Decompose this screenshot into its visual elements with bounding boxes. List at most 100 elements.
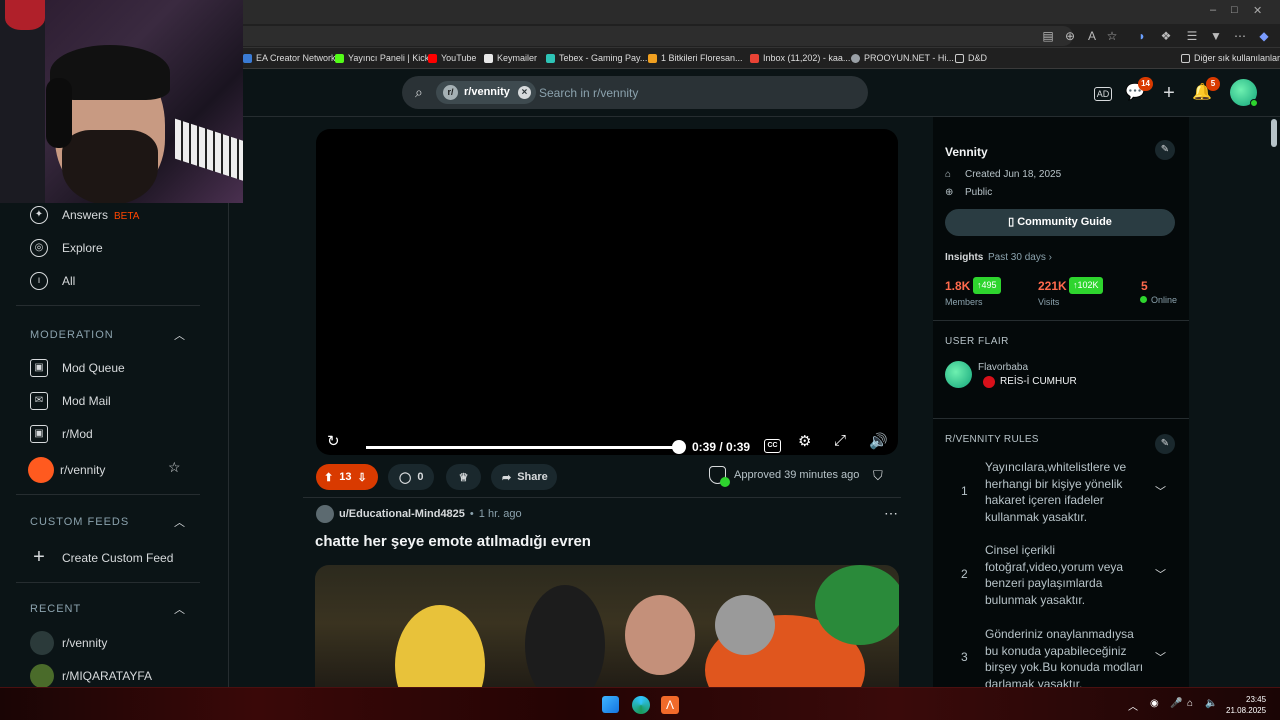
insights-range[interactable]: Past 30 days ›	[988, 252, 1052, 263]
custom-feeds-title[interactable]: CUSTOM FEEDS	[30, 516, 129, 528]
bookmark-dnd[interactable]: D&D	[955, 53, 987, 63]
ad-icon[interactable]: AD	[1091, 81, 1115, 105]
minimize-button[interactable]: –	[1210, 4, 1216, 16]
post-age: 1 hr. ago	[478, 508, 522, 520]
nav-answers[interactable]: ✦ Answers BETA	[30, 206, 139, 224]
captions-icon[interactable]: CC	[764, 439, 781, 453]
nav-divider	[16, 305, 200, 306]
nav-all[interactable]: ı All	[30, 272, 75, 290]
network-icon[interactable]: ⌂	[1187, 698, 1193, 709]
tray-chevron-up-icon[interactable]: ︿	[1128, 698, 1138, 713]
reddit-r-icon: r/	[443, 85, 458, 100]
nav-r-mod[interactable]: ▣ r/Mod	[30, 425, 93, 443]
menu-icon[interactable]: ⋯	[1232, 28, 1248, 44]
rule-text[interactable]: Gönderiniz onaylanmadıysa bu konuda yapa…	[985, 626, 1150, 687]
notifications-button[interactable]: 🔔 5	[1190, 77, 1220, 105]
nav-explore[interactable]: ◎ Explore	[30, 239, 103, 257]
favorite-star-icon[interactable]: ☆	[168, 459, 181, 476]
bookmark-bitkileri[interactable]: 1 Bitkileri Floresan...	[648, 53, 743, 63]
insights-title: Insights	[945, 252, 984, 263]
user-avatar[interactable]	[1230, 79, 1258, 107]
comments-button[interactable]: ◯ 0	[388, 464, 434, 490]
bookmarks-bar: EA Creator Network Yayıncı Paneli | Kick…	[243, 48, 1280, 69]
windows-start-icon[interactable]	[602, 696, 619, 713]
post-author[interactable]: u/Educational-Mind4825	[339, 508, 465, 520]
video-progress-handle[interactable]	[672, 440, 686, 454]
create-post-button[interactable]: +	[1157, 81, 1181, 105]
edge-browser-icon[interactable]	[632, 696, 650, 714]
downvote-icon[interactable]: ⇩	[357, 471, 366, 484]
collections-icon[interactable]: ☰	[1184, 28, 1200, 44]
share-button[interactable]: ➦ Share	[491, 464, 557, 490]
subreddit-chip[interactable]: r/ r/vennity ×	[436, 81, 536, 104]
recent-item-miqaratayfa[interactable]: r/MIQARATAYFA	[30, 664, 152, 688]
video-progress-track[interactable]	[366, 446, 679, 449]
bookmark-inbox[interactable]: Inbox (11,202) - kaa...	[750, 53, 850, 63]
flair-avatar[interactable]	[945, 361, 972, 388]
bookmark-ea[interactable]: EA Creator Network	[243, 53, 336, 63]
read-aloud-icon[interactable]: A	[1084, 28, 1100, 44]
flair-text: REİS-İ CUMHUR	[1000, 376, 1077, 387]
video-player[interactable]: ↻ 0:39 / 0:39 CC ⚙ ⤢ 🔊	[316, 129, 898, 455]
zoom-icon[interactable]: ⊕	[1062, 28, 1078, 44]
search-bar[interactable]: ⌕ r/ r/vennity × Search in r/vennity	[402, 76, 868, 109]
bookmark-keymailer[interactable]: Keymailer	[484, 53, 537, 63]
award-button[interactable]: ♕	[446, 464, 481, 490]
moderation-title[interactable]: MODERATION	[30, 329, 114, 341]
copilot-icon[interactable]: ◆	[1256, 28, 1272, 44]
chip-close-icon[interactable]: ×	[517, 86, 531, 99]
tray-status-icon[interactable]: ◉	[1150, 698, 1159, 709]
post-overflow-menu-icon[interactable]: ⋯	[884, 505, 898, 522]
volume-icon[interactable]: 🔊	[869, 432, 888, 450]
chevron-down-icon[interactable]: ﹀	[1155, 566, 1166, 582]
nav-create-custom-feed[interactable]: + Create Custom Feed	[30, 546, 173, 569]
webcam-headphones	[46, 78, 72, 148]
extensions-puzzle-icon[interactable]: ❖	[1158, 28, 1174, 44]
nav-r-vennity[interactable]: r/vennity	[28, 457, 105, 483]
app-icon[interactable]: ▤	[1040, 28, 1056, 44]
url-field[interactable]	[243, 26, 1073, 46]
nav-mod-queue[interactable]: ▣ Mod Queue	[30, 359, 125, 377]
system-clock[interactable]: 23:45 21.08.2025	[1226, 694, 1266, 716]
post-title[interactable]: chatte her şeye emote atılmadığı evren	[315, 533, 591, 550]
recent-item-vennity[interactable]: r/vennity	[30, 631, 107, 655]
other-bookmarks[interactable]: Diğer sık kullanılanlar	[1181, 53, 1280, 63]
image-gray-hair	[715, 595, 775, 655]
chevron-up-icon[interactable]: ︿	[174, 327, 185, 343]
bookmark-prooyun[interactable]: PROOYUN.NET - Hi...	[851, 53, 954, 63]
fullscreen-icon[interactable]: ⤢	[834, 432, 846, 449]
post-image[interactable]	[315, 565, 899, 695]
speaker-icon[interactable]: 🔈	[1205, 698, 1217, 709]
nav-mod-mail[interactable]: ✉ Mod Mail	[30, 392, 111, 410]
favorite-star-icon[interactable]: ☆	[1104, 28, 1120, 44]
bookmark-youtube[interactable]: YouTube	[428, 53, 476, 63]
clock-time: 23:45	[1246, 695, 1267, 704]
bookmark-kick[interactable]: Yayıncı Paneli | Kick	[335, 53, 429, 63]
chevron-up-icon[interactable]: ︿	[174, 514, 185, 530]
replay-icon[interactable]: ↻	[327, 432, 340, 450]
page-scrollbar[interactable]	[1268, 117, 1280, 687]
rule-text[interactable]: Cinsel içerikli fotoğraf,video,yorum vey…	[985, 542, 1150, 608]
edit-pencil-icon[interactable]: ✎	[1155, 140, 1175, 160]
scrollbar-thumb[interactable]	[1271, 119, 1277, 147]
recent-title[interactable]: RECENT	[30, 603, 81, 615]
chat-button[interactable]: 💬 14	[1123, 77, 1153, 105]
edit-rules-pencil-icon[interactable]: ✎	[1155, 434, 1175, 454]
author-avatar[interactable]	[316, 505, 334, 523]
chevron-down-icon[interactable]: ﹀	[1155, 483, 1166, 499]
extension-icon[interactable]: ◗	[1134, 28, 1150, 44]
maximize-button[interactable]: □	[1231, 4, 1238, 16]
app-a-icon[interactable]: Λ	[661, 696, 679, 714]
bookmark-tebex[interactable]: Tebex - Gaming Pay...	[546, 53, 647, 63]
close-window-button[interactable]: ✕	[1253, 4, 1262, 17]
chevron-up-icon[interactable]: ︿	[174, 601, 185, 617]
microphone-icon[interactable]: 🎤	[1170, 698, 1182, 709]
upvote-icon[interactable]: ⬆	[324, 471, 333, 484]
chevron-down-icon[interactable]: ﹀	[1155, 649, 1166, 665]
mod-actions-shield-icon[interactable]: ⛉	[873, 468, 883, 484]
vpn-icon[interactable]: ▼	[1208, 28, 1224, 44]
mod-shield-icon[interactable]	[709, 466, 730, 487]
community-guide-button[interactable]: ▯ Community Guide	[945, 209, 1175, 236]
settings-gear-icon[interactable]: ⚙	[798, 432, 811, 450]
rule-text[interactable]: Yayıncılara,whitelistlere ve herhangi bi…	[985, 459, 1150, 525]
